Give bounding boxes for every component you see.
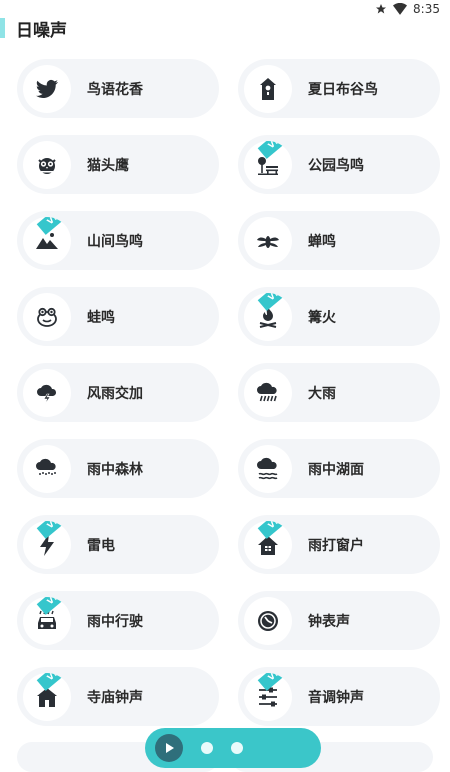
cicada-icon <box>256 229 280 253</box>
header-accent-bar <box>0 18 5 38</box>
sound-card[interactable]: 钟表声 <box>238 591 440 650</box>
sound-icon-holder: VIP <box>244 672 292 721</box>
sound-icon-holder <box>23 368 71 417</box>
clock-icon <box>256 609 280 633</box>
sound-label: 篝火 <box>308 309 336 326</box>
play-icon <box>166 743 174 753</box>
sound-label: 钟表声 <box>308 613 350 630</box>
sound-card[interactable]: VIP 寺庙钟声 <box>17 667 219 726</box>
sound-label: 雷电 <box>87 537 115 554</box>
sound-card[interactable]: VIP 雷电 <box>17 515 219 574</box>
sound-label: 雨中行驶 <box>87 613 143 630</box>
status-bar: 8:35 <box>0 0 450 18</box>
sound-label: 寺庙钟声 <box>87 689 143 706</box>
sound-label: 风雨交加 <box>87 385 143 402</box>
sound-card[interactable]: VIP 公园鸟鸣 <box>238 135 440 194</box>
sound-icon-holder <box>23 64 71 113</box>
sound-card[interactable]: 鸟语花香 <box>17 59 219 118</box>
birdhouse-icon <box>256 77 280 101</box>
sound-card[interactable]: 蛙鸣 <box>17 287 219 346</box>
sound-label: 雨打窗户 <box>308 537 364 554</box>
sound-icon-holder <box>244 64 292 113</box>
sound-label: 雨中湖面 <box>308 461 364 478</box>
sound-label: 大雨 <box>308 385 336 402</box>
bird-icon <box>35 77 59 101</box>
sound-card[interactable]: VIP 篝火 <box>238 287 440 346</box>
sound-label: 蛙鸣 <box>87 309 115 326</box>
sound-card[interactable]: 雨中湖面 <box>238 439 440 498</box>
sound-grid: 鸟语花香 夏日布谷鸟猫头鹰 VIP 公园鸟鸣 VIP 山间鸟鸣 蝉鸣蛙鸣 VIP 篝火风雨交加 大… <box>17 59 440 726</box>
frog-icon <box>35 305 59 329</box>
sound-card[interactable]: VIP 雨中行驶 <box>17 591 219 650</box>
sound-card[interactable]: VIP 雨打窗户 <box>238 515 440 574</box>
sound-label: 猫头鹰 <box>87 157 129 174</box>
page-title: 日噪声 <box>16 20 67 41</box>
sound-label: 公园鸟鸣 <box>308 157 364 174</box>
indicator-dot <box>231 742 243 754</box>
sound-icon-holder: VIP <box>244 520 292 569</box>
owl-icon <box>35 153 59 177</box>
indicator-dot <box>201 742 213 754</box>
section-header: 日噪声 <box>0 16 67 41</box>
sound-icon-holder: VIP <box>23 596 71 645</box>
sound-card[interactable]: VIP 山间鸟鸣 <box>17 211 219 270</box>
sound-icon-holder <box>23 444 71 493</box>
sound-card[interactable]: 风雨交加 <box>17 363 219 422</box>
sound-label: 山间鸟鸣 <box>87 233 143 250</box>
sound-card[interactable]: 雨中森林 <box>17 439 219 498</box>
sound-label: 鸟语花香 <box>87 81 143 98</box>
signal-icon <box>393 3 408 15</box>
play-button[interactable] <box>155 734 183 762</box>
rain-lake-icon <box>256 457 280 481</box>
rain-forest-icon <box>35 457 59 481</box>
sound-icon-holder <box>23 140 71 189</box>
status-time: 8:35 <box>413 2 440 16</box>
sound-icon-holder <box>244 368 292 417</box>
sound-label: 雨中森林 <box>87 461 143 478</box>
sound-card[interactable]: 蝉鸣 <box>238 211 440 270</box>
sound-icon-holder <box>23 292 71 341</box>
sound-icon-holder: VIP <box>244 292 292 341</box>
sound-icon-holder <box>244 444 292 493</box>
sound-label: 蝉鸣 <box>308 233 336 250</box>
storm-cloud-icon <box>35 381 59 405</box>
sound-icon-holder: VIP <box>244 140 292 189</box>
sound-icon-holder <box>244 596 292 645</box>
sound-card[interactable]: 大雨 <box>238 363 440 422</box>
sound-label: 夏日布谷鸟 <box>308 81 378 98</box>
sound-label: 音调钟声 <box>308 689 364 706</box>
sound-icon-holder: VIP <box>23 216 71 265</box>
sound-card[interactable]: 猫头鹰 <box>17 135 219 194</box>
sound-icon-holder <box>244 216 292 265</box>
star-icon <box>375 3 387 15</box>
sound-card[interactable]: 夏日布谷鸟 <box>238 59 440 118</box>
mini-player[interactable] <box>145 728 321 768</box>
sound-icon-holder: VIP <box>23 672 71 721</box>
sound-card[interactable]: VIP 音调钟声 <box>238 667 440 726</box>
sound-icon-holder: VIP <box>23 520 71 569</box>
heavy-rain-icon <box>256 381 280 405</box>
